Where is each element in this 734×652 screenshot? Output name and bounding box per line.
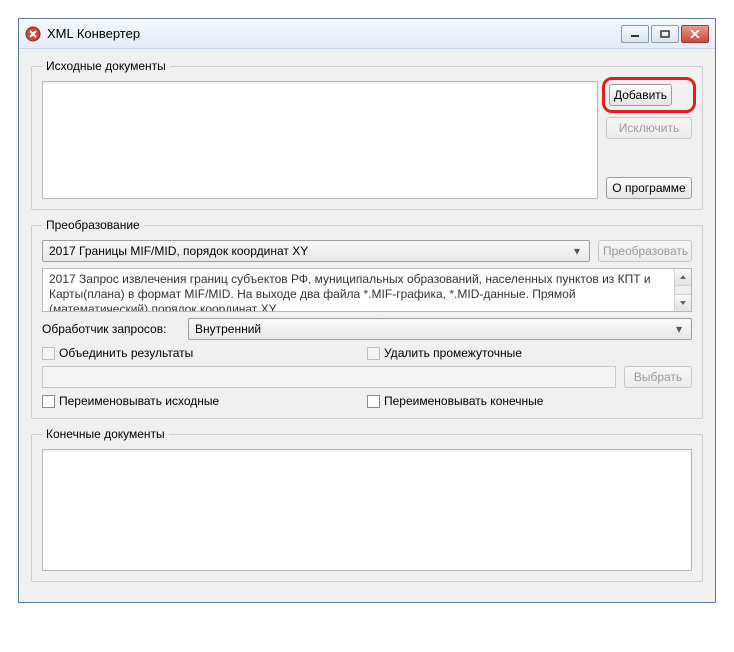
app-window: XML Конвертер Исходные документы Добавит…	[18, 18, 716, 603]
remove-button[interactable]: Исключить	[606, 117, 692, 139]
minimize-button[interactable]	[621, 25, 649, 43]
add-button[interactable]: Добавить	[609, 84, 672, 106]
conversion-description-box[interactable]: 2017 Запрос извлечения границ субъектов …	[42, 268, 692, 312]
conversion-select-value: 2017 Границы MIF/MID, порядок координат …	[49, 244, 569, 258]
handler-label: Обработчик запросов:	[42, 322, 180, 336]
rename-source-checkbox[interactable]	[42, 395, 55, 408]
path-field[interactable]	[42, 366, 616, 388]
conversion-select[interactable]: 2017 Границы MIF/MID, порядок координат …	[42, 240, 590, 262]
rename-dest-label: Переименовывать конечные	[384, 394, 543, 408]
delete-label: Удалить промежуточные	[384, 346, 522, 360]
scrollbar[interactable]	[674, 269, 691, 311]
choose-button[interactable]: Выбрать	[624, 366, 692, 388]
handler-select-value: Внутренний	[195, 322, 671, 336]
output-legend: Конечные документы	[42, 427, 169, 441]
source-group: Исходные документы Добавить Исключить О …	[31, 59, 703, 210]
titlebar[interactable]: XML Конвертер	[19, 19, 715, 49]
add-button-highlight: Добавить	[602, 77, 696, 113]
scroll-down-icon[interactable]	[675, 294, 691, 311]
about-button[interactable]: О программе	[606, 177, 692, 199]
output-listbox[interactable]	[42, 449, 692, 571]
source-listbox[interactable]	[42, 81, 598, 199]
output-group: Конечные документы	[31, 427, 703, 582]
scroll-up-icon[interactable]	[675, 269, 691, 286]
rename-dest-checkbox[interactable]	[367, 395, 380, 408]
chevron-down-icon: ▾	[569, 244, 585, 258]
client-area: Исходные документы Добавить Исключить О …	[19, 49, 715, 602]
window-title: XML Конвертер	[47, 26, 621, 41]
merge-checkbox[interactable]	[42, 347, 55, 360]
close-button[interactable]	[681, 25, 709, 43]
conversion-group: Преобразование 2017 Границы MIF/MID, пор…	[31, 218, 703, 419]
chevron-down-icon: ▾	[671, 322, 687, 336]
convert-button[interactable]: Преобразовать	[598, 240, 692, 262]
delete-checkbox[interactable]	[367, 347, 380, 360]
conversion-legend: Преобразование	[42, 218, 144, 232]
handler-select[interactable]: Внутренний ▾	[188, 318, 692, 340]
conversion-description: 2017 Запрос извлечения границ субъектов …	[43, 269, 674, 311]
maximize-button[interactable]	[651, 25, 679, 43]
merge-label: Объединить результаты	[59, 346, 193, 360]
app-icon	[25, 26, 41, 42]
rename-source-label: Переименовывать исходные	[59, 394, 219, 408]
source-legend: Исходные документы	[42, 59, 170, 73]
